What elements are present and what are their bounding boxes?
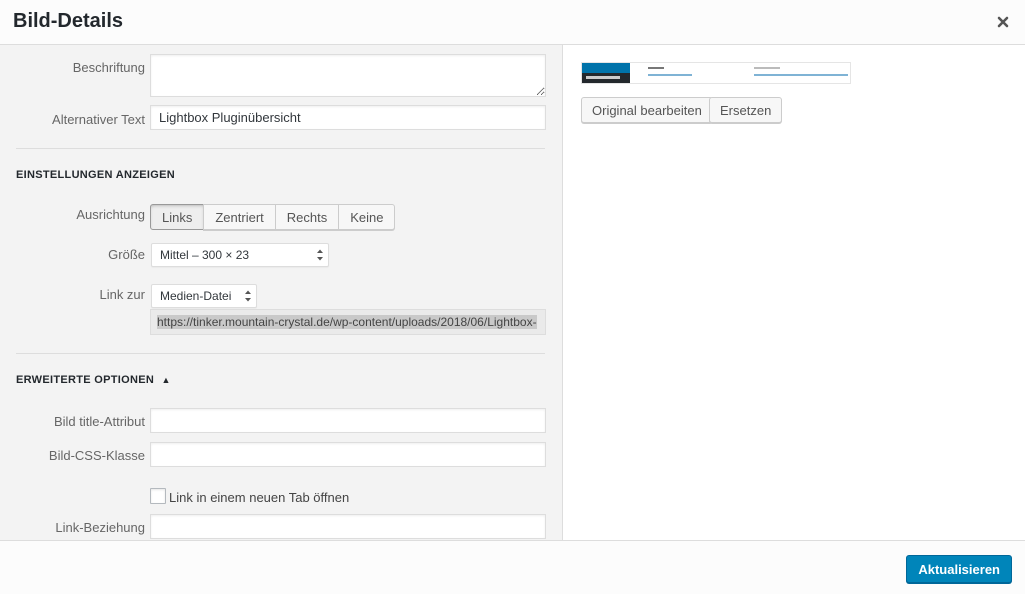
advanced-options-heading: ERWEITERTE OPTIONEN — [16, 374, 155, 386]
replace-button[interactable]: Ersetzen — [709, 97, 783, 123]
alt-text-input[interactable] — [150, 105, 546, 130]
link-url-field[interactable]: https://tinker.mountain-crystal.de/wp-co… — [150, 309, 546, 335]
caption-field[interactable] — [150, 54, 546, 97]
alignment-button-group: Links Zentriert Rechts Keine — [150, 204, 396, 230]
edit-original-button[interactable]: Original bearbeiten — [581, 97, 713, 123]
select-arrows-icon — [317, 249, 323, 261]
align-none-button[interactable]: Keine — [338, 204, 396, 230]
thumbnail-line — [648, 67, 664, 69]
advanced-options-toggle[interactable]: ERWEITERTE OPTIONEN ▲ — [16, 374, 171, 386]
caption-label: Beschriftung — [72, 60, 145, 75]
link-url-text: https://tinker.mountain-crystal.de/wp-co… — [157, 315, 537, 329]
align-right-button[interactable]: Rechts — [274, 204, 340, 230]
link-to-select[interactable]: Medien-Datei — [151, 284, 257, 308]
alt-text-label: Alternativer Text — [52, 112, 145, 127]
align-center-button[interactable]: Zentriert — [203, 204, 276, 230]
css-class-input[interactable] — [150, 442, 546, 467]
thumbnail-line — [754, 67, 780, 69]
thumbnail-line — [648, 74, 692, 76]
new-tab-checkbox[interactable] — [150, 488, 166, 504]
title-attribute-input[interactable] — [150, 408, 546, 433]
close-button[interactable] — [989, 8, 1017, 36]
thumbnail-line — [754, 74, 848, 76]
alignment-label: Ausrichtung — [76, 207, 145, 222]
link-to-label: Link zur — [99, 287, 145, 302]
modal-header: Bild-Details — [0, 0, 1025, 45]
display-settings-heading: EINSTELLUNGEN ANZEIGEN — [16, 169, 175, 181]
link-rel-input[interactable] — [150, 514, 546, 539]
modal-title: Bild-Details — [13, 10, 124, 32]
css-class-label: Bild-CSS-Klasse — [48, 448, 145, 463]
size-select[interactable]: Mittel – 300 × 23 — [151, 243, 329, 267]
title-attribute-label: Bild title-Attribut — [53, 414, 145, 429]
align-left-button[interactable]: Links — [150, 204, 205, 230]
settings-pane: Beschriftung Alternativer Text EINSTELLU… — [0, 45, 563, 540]
new-tab-label: Link in einem neuen Tab öffnen — [169, 490, 350, 505]
select-arrows-icon — [245, 290, 251, 302]
image-thumbnail — [581, 62, 851, 84]
update-button[interactable]: Aktualisieren — [906, 555, 1012, 583]
link-to-select-value: Medien-Datei — [160, 289, 232, 303]
close-icon — [997, 16, 1009, 28]
triangle-up-icon: ▲ — [161, 375, 171, 385]
section-divider — [16, 148, 545, 149]
size-label: Größe — [108, 247, 145, 262]
modal-footer: Aktualisieren — [0, 540, 1025, 594]
section-divider — [16, 353, 545, 354]
size-select-value: Mittel – 300 × 23 — [160, 248, 250, 262]
link-rel-label: Link-Beziehung — [55, 520, 145, 535]
thumbnail-sidebar-item — [586, 76, 620, 79]
preview-pane: Original bearbeiten Ersetzen — [563, 45, 1025, 540]
thumbnail-sidebar-active — [582, 63, 630, 73]
